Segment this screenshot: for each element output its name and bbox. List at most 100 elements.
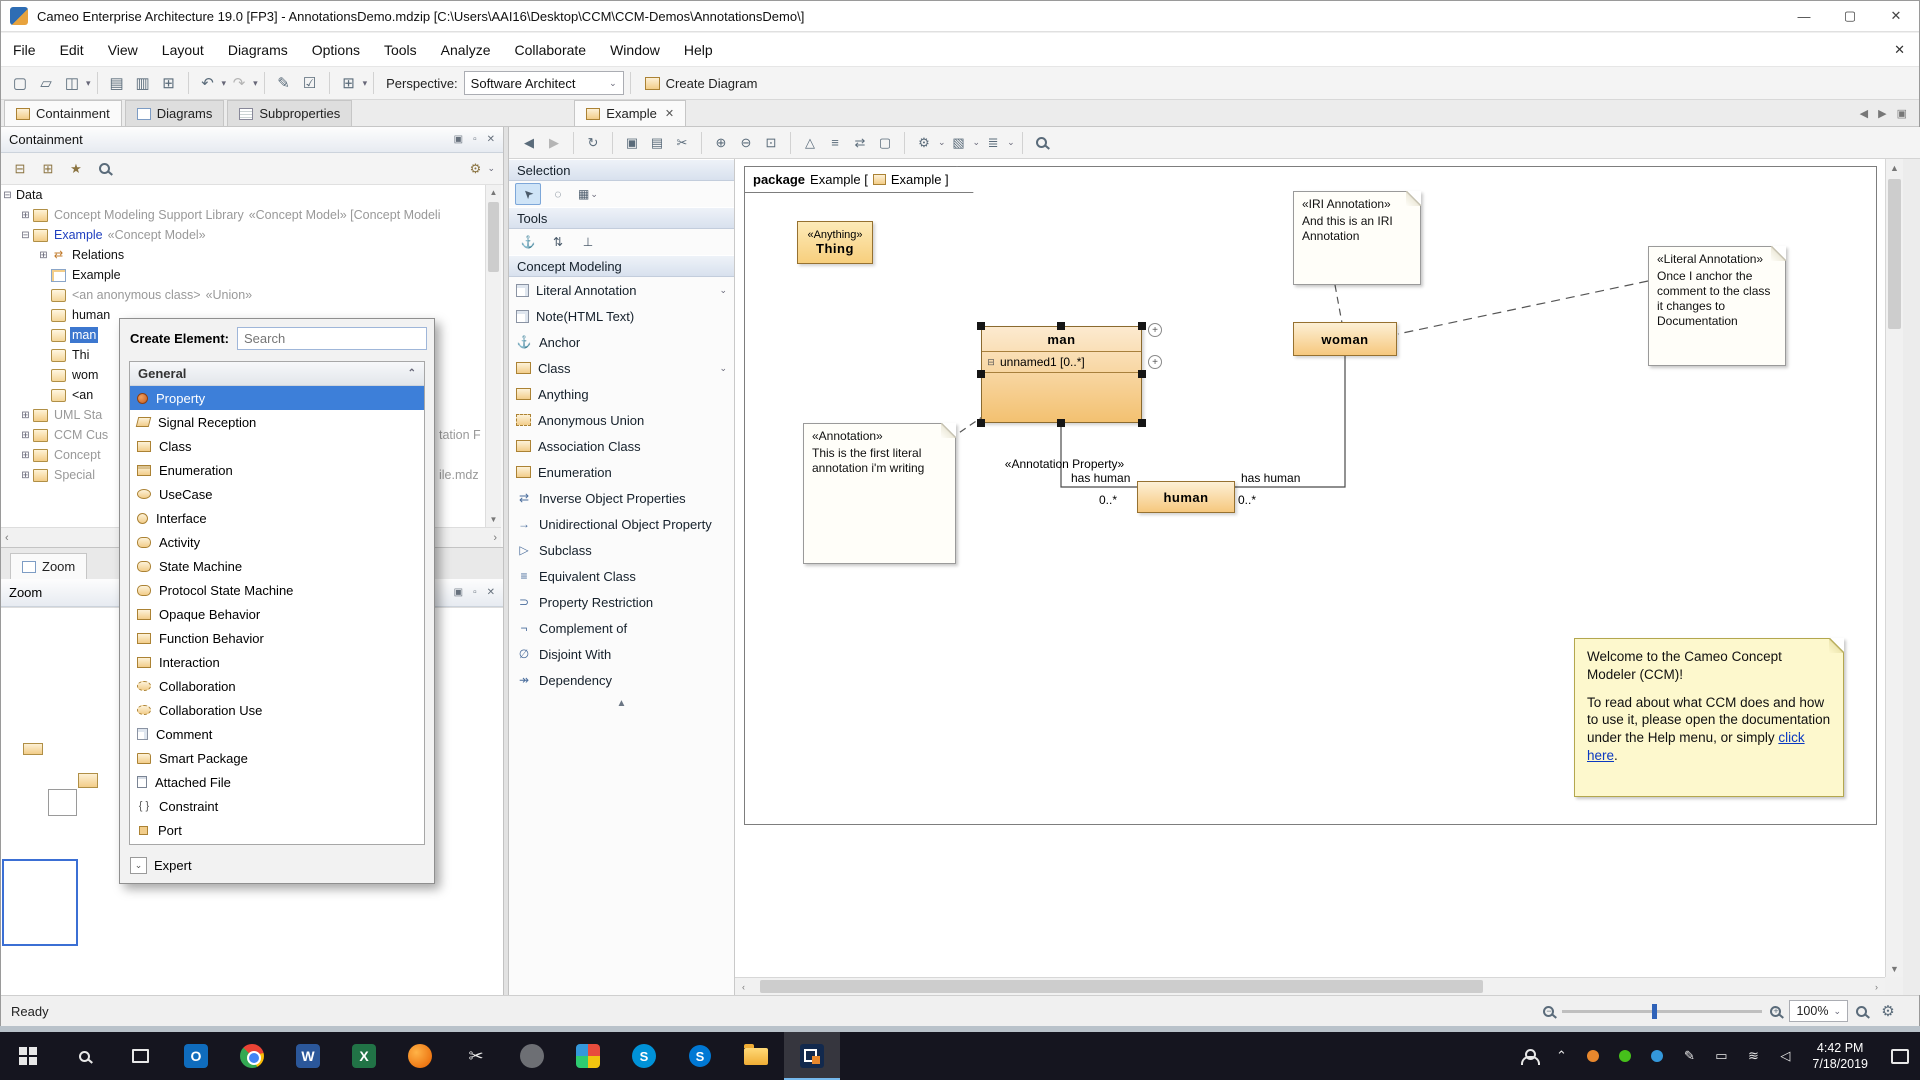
class-human[interactable]: human xyxy=(1137,481,1235,513)
taskbar-clock[interactable]: 4:42 PM 7/18/2019 xyxy=(1802,1040,1878,1073)
zoom-in-icon[interactable]: + xyxy=(1770,1006,1781,1017)
palette-item-unidirectional-object-property[interactable]: →Unidirectional Object Property xyxy=(509,511,734,537)
legend-button[interactable]: ≣ xyxy=(981,131,1005,155)
tab-containment[interactable]: Containment xyxy=(4,100,122,126)
close-panel-icon[interactable]: ✕ xyxy=(487,587,495,598)
expander-icon[interactable]: ⊞ xyxy=(37,250,50,261)
scroll-up-icon[interactable]: ▲ xyxy=(1886,159,1903,176)
selection-handle[interactable] xyxy=(977,370,985,378)
layers-button[interactable]: ▧ xyxy=(947,131,971,155)
scrollbar-thumb[interactable] xyxy=(760,980,1483,993)
network-icon[interactable]: ≋ xyxy=(1738,1032,1768,1080)
zoom-in-button[interactable]: ⊕ xyxy=(709,131,733,155)
association-multiplicity-left[interactable]: 0..* xyxy=(1099,493,1117,507)
collapse-group-icon[interactable]: ⌃ xyxy=(408,368,416,379)
tree-vertical-scrollbar[interactable]: ▲ ▼ xyxy=(485,185,501,527)
taskbar-app-snipping-tool[interactable]: ✂ xyxy=(448,1032,504,1080)
selection-handle[interactable] xyxy=(1138,370,1146,378)
taskbar-search-button[interactable] xyxy=(56,1032,112,1080)
association-multiplicity-right[interactable]: 0..* xyxy=(1238,493,1256,507)
close-project-icon[interactable]: ✕ xyxy=(1880,42,1919,58)
people-button[interactable] xyxy=(1514,1032,1544,1080)
dock-panel-icon[interactable]: ▣ xyxy=(454,134,463,145)
association-role-right[interactable]: has human xyxy=(1241,471,1300,485)
menu-help[interactable]: Help xyxy=(672,42,725,58)
palette-section-concept-modeling[interactable]: Concept Modeling xyxy=(509,255,734,277)
draw-button[interactable]: ✎ xyxy=(271,70,297,96)
diagram-options-gear-icon[interactable]: ⚙ xyxy=(912,131,936,155)
expander-icon[interactable]: ⊟ xyxy=(19,230,32,241)
menu-edit[interactable]: Edit xyxy=(48,42,96,58)
scroll-up-icon[interactable]: ▲ xyxy=(486,185,501,200)
taskbar-app-excel[interactable]: X xyxy=(336,1032,392,1080)
expander-icon[interactable]: ⊞ xyxy=(19,470,32,481)
open-project-button[interactable]: ▱ xyxy=(33,70,59,96)
undo-button[interactable]: ↶ xyxy=(195,70,221,96)
paste-button[interactable]: ▤ xyxy=(645,131,669,155)
scroll-left-icon[interactable]: ‹ xyxy=(5,532,9,544)
windows-button[interactable]: ⊞ xyxy=(336,70,362,96)
taskbar-app-chrome[interactable] xyxy=(224,1032,280,1080)
pin-panel-icon[interactable]: ▫ xyxy=(473,134,477,145)
attribute-row[interactable]: ⊟ unnamed1 [0..*] xyxy=(982,352,1141,373)
palette-item-anonymous-union[interactable]: Anonymous Union xyxy=(509,407,734,433)
minimize-button[interactable]: — xyxy=(1781,1,1827,32)
class-woman[interactable]: woman xyxy=(1293,322,1397,356)
create-item-comment[interactable]: Comment xyxy=(130,722,424,746)
palette-item-association-class[interactable]: Association Class xyxy=(509,433,734,459)
scrollbar-thumb[interactable] xyxy=(488,202,499,272)
save-button[interactable]: ◫ xyxy=(59,70,85,96)
forward-button[interactable]: ▶ xyxy=(542,131,566,155)
dock-panel-icon[interactable]: ▣ xyxy=(454,587,463,598)
task-view-button[interactable] xyxy=(112,1032,168,1080)
taskbar-app-outlook[interactable]: O xyxy=(168,1032,224,1080)
create-item-collaboration-use[interactable]: Collaboration Use xyxy=(130,698,424,722)
zoom-fit-button[interactable]: ⊡ xyxy=(759,131,783,155)
canvas-vertical-scrollbar[interactable]: ▲ ▼ xyxy=(1885,159,1903,977)
expander-icon[interactable]: ⊞ xyxy=(19,430,32,441)
print-preview-button[interactable]: ▥ xyxy=(130,70,156,96)
save-menu-caret-icon[interactable]: ▾ xyxy=(86,78,91,89)
status-gear-icon[interactable]: ⚙ xyxy=(1875,998,1901,1024)
tree-item-anonymous-class[interactable]: <an anonymous class> «Union» xyxy=(1,285,485,305)
taskbar-app-file-explorer[interactable] xyxy=(728,1032,784,1080)
create-item-activity[interactable]: Activity xyxy=(130,530,424,554)
favorites-button[interactable]: ★ xyxy=(65,158,87,180)
taskbar-app-skype-business[interactable]: S xyxy=(672,1032,728,1080)
scroll-right-icon[interactable]: › xyxy=(493,532,497,544)
scroll-tabs-left-icon[interactable]: ◀ xyxy=(1860,107,1868,120)
canvas-horizontal-scrollbar[interactable]: ‹ › xyxy=(735,977,1885,995)
palette-item-disjoint-with[interactable]: ∅Disjoint With xyxy=(509,641,734,667)
copy-button[interactable]: ▣ xyxy=(620,131,644,155)
class-man[interactable]: man ⊟ unnamed1 [0..*] xyxy=(981,326,1142,423)
find-in-diagram-button[interactable] xyxy=(1030,131,1054,155)
palette-item-literal-annotation[interactable]: Literal Annotation⌄ xyxy=(509,277,734,303)
tab-list-icon[interactable]: ▣ xyxy=(1897,107,1907,120)
tree-item-example-diagram[interactable]: Example xyxy=(1,265,485,285)
menu-analyze[interactable]: Analyze xyxy=(429,42,503,58)
menu-layout[interactable]: Layout xyxy=(150,42,216,58)
palette-item-property-restriction[interactable]: ⊃Property Restriction xyxy=(509,589,734,615)
create-item-port[interactable]: Port xyxy=(130,818,424,842)
chevron-down-icon[interactable]: ⌄ xyxy=(719,285,727,296)
create-item-attached-file[interactable]: Attached File xyxy=(130,770,424,794)
create-item-smart-package[interactable]: Smart Package xyxy=(130,746,424,770)
class-thing[interactable]: «Anything» Thing xyxy=(797,221,873,264)
selection-handle[interactable] xyxy=(977,419,985,427)
menu-window[interactable]: Window xyxy=(598,42,672,58)
palette-section-tools[interactable]: Tools xyxy=(509,207,734,229)
create-item-constraint[interactable]: Constraint xyxy=(130,794,424,818)
lasso-tool[interactable]: ◌ xyxy=(545,183,571,205)
show-relations-button[interactable]: ⇄ xyxy=(848,131,872,155)
palette-item-enumeration[interactable]: Enumeration xyxy=(509,459,734,485)
containment-tool[interactable]: ⇅ xyxy=(545,231,571,253)
welcome-note[interactable]: Welcome to the Cameo Concept Modeler (CC… xyxy=(1574,638,1844,797)
zoom-out-icon[interactable]: ⊟− xyxy=(1543,1006,1554,1017)
create-item-property[interactable]: Property xyxy=(130,386,424,410)
association-role-left[interactable]: has human xyxy=(1071,471,1130,485)
tree-item-concept-modeling-support-library[interactable]: ⊞Concept Modeling Support Library «Conce… xyxy=(1,205,485,225)
tab-zoom[interactable]: Zoom xyxy=(10,553,87,579)
package-header[interactable]: package Example [ Example ] xyxy=(744,166,974,193)
palette-item-note-html[interactable]: Note(HTML Text) xyxy=(509,303,734,329)
scroll-right-icon[interactable]: › xyxy=(1868,982,1885,992)
